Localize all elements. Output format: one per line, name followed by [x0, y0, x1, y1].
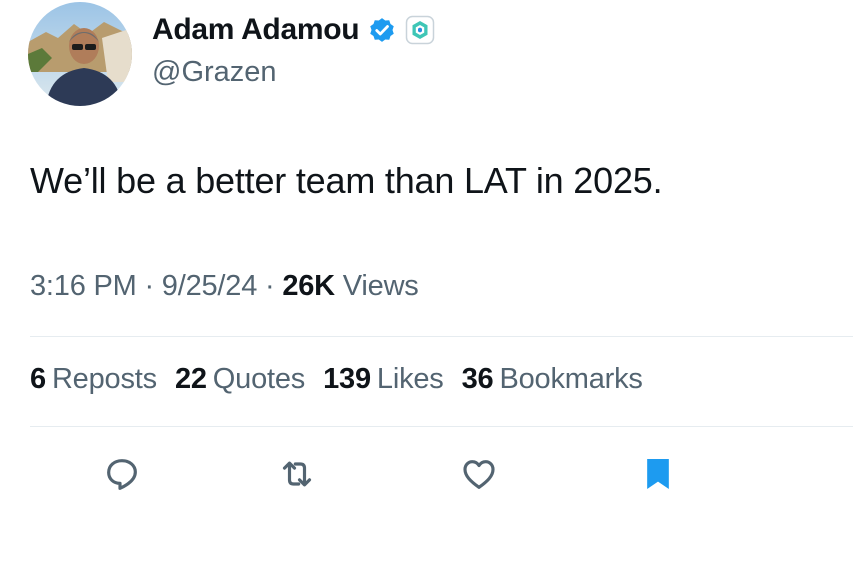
heart-icon [459, 454, 499, 499]
bookmarks-count: 36 [461, 363, 494, 395]
tweet-meta: 3:16 PM · 9/25/24 · 26K Views [30, 270, 419, 303]
likes-label: Likes [376, 363, 444, 395]
engagement-stats: 6 Reposts 22 Quotes 139 Likes 36 Bookmarks [30, 363, 643, 396]
views-label: Views [334, 270, 419, 302]
views-count: 26K [282, 270, 335, 302]
reposts-count: 6 [30, 363, 46, 395]
bookmarks-label: Bookmarks [499, 363, 643, 395]
like-button[interactable] [455, 452, 503, 500]
handle[interactable]: @Grazen [152, 56, 277, 89]
reply-icon [102, 454, 142, 499]
display-name[interactable]: Adam Adamou [152, 13, 360, 47]
quotes-count: 22 [174, 363, 207, 395]
repost-button[interactable] [273, 452, 321, 500]
affiliate-badge-icon[interactable] [405, 15, 435, 45]
reposts-stat[interactable]: 6 Reposts [30, 363, 157, 396]
meta-separator: · [136, 270, 162, 302]
tweet-actions [0, 452, 853, 500]
bookmark-icon [638, 454, 678, 499]
repost-icon [277, 454, 317, 499]
avatar-photo [28, 2, 132, 106]
author-name-row: Adam Adamou [152, 10, 435, 50]
tweet-time[interactable]: 3:16 PM [30, 270, 137, 302]
tweet-date[interactable]: 9/25/24 [162, 270, 258, 302]
divider [30, 336, 853, 337]
quotes-label: Quotes [212, 363, 306, 395]
likes-stat[interactable]: 139 Likes [323, 363, 444, 396]
likes-count: 139 [323, 363, 371, 395]
tweet-text: We’ll be a better team than LAT in 2025. [30, 160, 663, 201]
verified-badge-icon[interactable] [367, 15, 397, 45]
reply-button[interactable] [98, 452, 146, 500]
reposts-label: Reposts [51, 363, 157, 395]
quotes-stat[interactable]: 22 Quotes [175, 363, 305, 396]
meta-separator: · [257, 270, 283, 302]
tweet-detail: Adam Adamou @Grazen We’ll be a better te… [0, 0, 853, 562]
avatar[interactable] [28, 2, 132, 106]
bookmark-button[interactable] [634, 452, 682, 500]
bookmarks-stat[interactable]: 36 Bookmarks [462, 363, 643, 396]
divider [30, 426, 853, 427]
